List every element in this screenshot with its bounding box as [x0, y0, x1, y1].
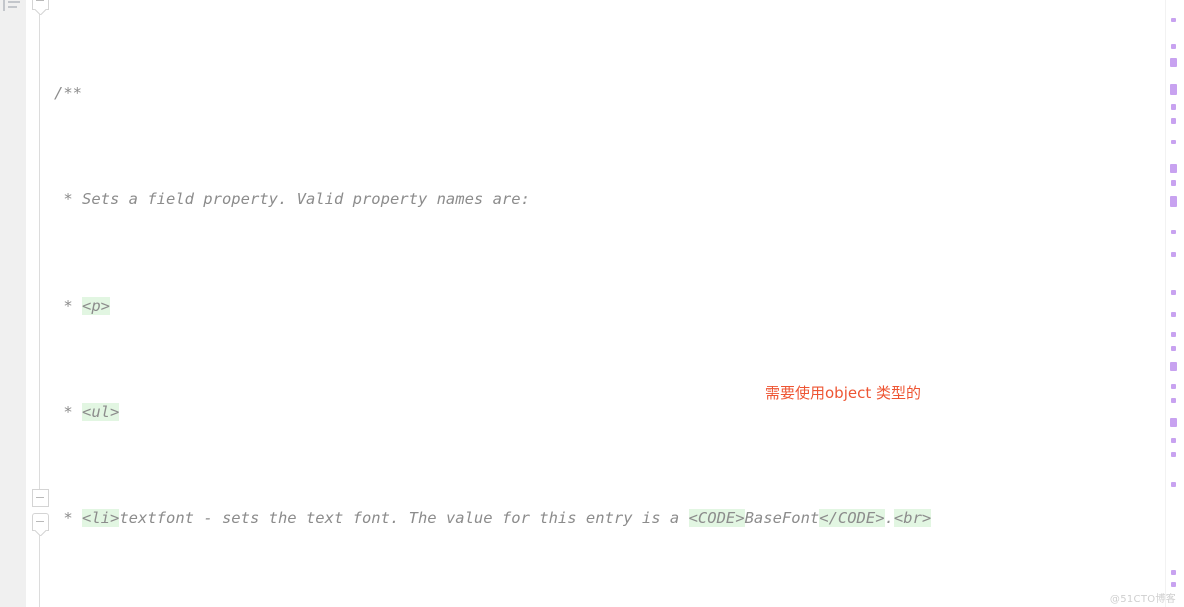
fold-marker-doc-end[interactable]: [32, 489, 49, 507]
scrollbar-marker[interactable]: [1170, 362, 1177, 371]
scrollbar-marker[interactable]: [1171, 44, 1176, 49]
code-editor-window: /** * Sets a field property. Valid prope…: [0, 0, 1184, 607]
fold-region-line: [39, 531, 40, 607]
scrollbar-marker[interactable]: [1171, 346, 1176, 351]
code-line: * <p>: [54, 296, 110, 315]
scrollbar-marker[interactable]: [1171, 252, 1176, 257]
fold-region-line: [39, 14, 40, 495]
watermark-text: @51CTO博客: [1109, 594, 1176, 605]
code-line: /**: [54, 83, 82, 102]
fold-marker-javadoc[interactable]: [32, 0, 49, 10]
scrollbar-marker[interactable]: [1171, 438, 1176, 443]
chinese-annotation-note: 需要使用object 类型的: [765, 384, 921, 402]
gutter-structure-icon[interactable]: [2, 0, 24, 14]
code-line: * <ul>: [54, 402, 120, 421]
scrollbar-marker[interactable]: [1170, 196, 1177, 207]
scrollbar-marker[interactable]: [1171, 482, 1176, 487]
scrollbar-marker-strip[interactable]: [1165, 0, 1184, 607]
scrollbar-marker[interactable]: [1170, 164, 1177, 173]
code-line: * Sets a field property. Valid property …: [54, 190, 530, 209]
fold-marker-method[interactable]: [32, 513, 49, 531]
editor-code-area[interactable]: /** * Sets a field property. Valid prope…: [54, 0, 1166, 607]
code-line: * <li>textfont - sets the text font. The…: [54, 509, 932, 528]
scrollbar-marker[interactable]: [1171, 570, 1176, 575]
scrollbar-marker[interactable]: [1171, 332, 1176, 337]
scrollbar-marker[interactable]: [1171, 312, 1176, 317]
scrollbar-marker[interactable]: [1171, 230, 1176, 234]
scrollbar-marker[interactable]: [1170, 58, 1177, 67]
scrollbar-marker[interactable]: [1171, 18, 1176, 22]
scrollbar-marker[interactable]: [1171, 290, 1176, 295]
scrollbar-marker[interactable]: [1170, 418, 1177, 427]
editor-gutter[interactable]: [0, 0, 26, 607]
scrollbar-marker[interactable]: [1171, 398, 1176, 403]
scrollbar-marker[interactable]: [1171, 118, 1176, 124]
scrollbar-marker[interactable]: [1171, 582, 1176, 587]
scrollbar-marker[interactable]: [1171, 180, 1176, 186]
scrollbar-marker[interactable]: [1171, 140, 1176, 144]
scrollbar-marker[interactable]: [1170, 84, 1177, 95]
scrollbar-marker[interactable]: [1171, 452, 1176, 457]
code-folding-strip[interactable]: [26, 0, 54, 607]
scrollbar-marker[interactable]: [1171, 384, 1176, 389]
scrollbar-marker[interactable]: [1171, 104, 1176, 110]
